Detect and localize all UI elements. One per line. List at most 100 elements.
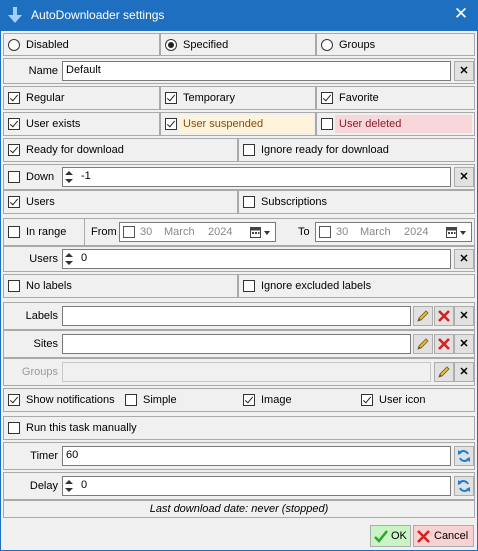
mode-groups-cell[interactable]: Groups xyxy=(316,33,475,56)
favorite-checkbox[interactable] xyxy=(321,92,333,104)
users-count-clear-button[interactable]: ✕ xyxy=(454,249,474,269)
no-labels-label: No labels xyxy=(26,280,72,292)
users-count-label: Users xyxy=(29,253,58,265)
ignore-excluded-label: Ignore excluded labels xyxy=(261,280,372,292)
delay-input[interactable]: 0 xyxy=(62,476,451,496)
subscriptions-cell[interactable]: Subscriptions xyxy=(238,190,475,214)
manual-checkbox[interactable] xyxy=(8,422,20,434)
timer-refresh-button[interactable] xyxy=(454,446,474,466)
ignore-excluded-cell[interactable]: Ignore excluded labels xyxy=(238,274,475,298)
close-window-button[interactable]: ✕ xyxy=(452,5,470,23)
ignore-excluded-checkbox[interactable] xyxy=(243,280,255,292)
users-count-input[interactable]: 0 xyxy=(62,249,451,269)
labels-input[interactable] xyxy=(62,306,411,326)
down-spinner[interactable] xyxy=(63,168,77,186)
cancel-label: Cancel xyxy=(434,530,469,542)
ignore-ready-checkbox[interactable] xyxy=(243,144,255,156)
users-cell[interactable]: Users xyxy=(3,190,238,214)
calendar-icon[interactable] xyxy=(446,227,468,238)
sites-clear-button[interactable]: ✕ xyxy=(454,334,474,354)
users-count-spinner[interactable] xyxy=(63,250,77,268)
mode-disabled-radio[interactable] xyxy=(8,39,20,51)
to-year: 2024 xyxy=(404,226,429,238)
to-date-checkbox[interactable] xyxy=(319,226,331,238)
window-title: AutoDownloader settings xyxy=(31,8,165,22)
pencil-icon xyxy=(438,366,450,378)
type-regular-cell[interactable]: Regular xyxy=(3,86,160,110)
down-numeric-input[interactable]: -1 xyxy=(62,167,451,187)
ready-checkbox[interactable] xyxy=(8,144,20,156)
image-checkbox[interactable] xyxy=(243,394,255,406)
user-deleted-checkbox[interactable] xyxy=(321,118,333,130)
manual-label: Run this task manually xyxy=(26,422,137,434)
delay-spinner[interactable] xyxy=(63,477,77,495)
ignore-ready-cell[interactable]: Ignore ready for download xyxy=(238,138,475,162)
red-x-icon xyxy=(438,338,450,350)
sites-remove-button[interactable] xyxy=(434,334,454,354)
subscriptions-label: Subscriptions xyxy=(261,196,328,208)
type-user-exists-cell[interactable]: User exists xyxy=(3,112,160,136)
type-favorite-cell[interactable]: Favorite xyxy=(316,86,475,110)
ok-button[interactable]: OK xyxy=(370,525,411,547)
user-suspended-checkbox[interactable] xyxy=(165,118,177,130)
sites-edit-button[interactable] xyxy=(413,334,433,354)
sites-row: Sites ✕ xyxy=(3,330,475,358)
type-user-suspended-cell[interactable]: User suspended xyxy=(160,112,316,136)
mode-groups-radio[interactable] xyxy=(321,39,333,51)
from-label: From xyxy=(91,226,117,238)
sites-input[interactable] xyxy=(62,334,411,354)
no-labels-cell[interactable]: No labels xyxy=(3,274,238,298)
name-label: Name xyxy=(28,65,58,77)
dialog-body: Disabled Specified Groups Name Default ✕… xyxy=(0,31,478,551)
user-icon-label: User icon xyxy=(379,394,426,406)
ignore-ready-label: Ignore ready for download xyxy=(261,144,389,156)
calendar-icon[interactable] xyxy=(250,227,272,238)
manual-row[interactable]: Run this task manually xyxy=(3,416,475,440)
show-notifications-checkbox[interactable] xyxy=(8,394,20,406)
timer-row: Timer 60 xyxy=(3,442,475,470)
simple-checkbox[interactable] xyxy=(125,394,137,406)
groups-clear-button[interactable]: ✕ xyxy=(454,362,474,382)
no-labels-checkbox[interactable] xyxy=(8,280,20,292)
show-notifications-label: Show notifications xyxy=(26,394,115,406)
red-x-icon xyxy=(438,310,450,322)
name-input[interactable]: Default xyxy=(62,61,451,81)
ready-cell[interactable]: Ready for download xyxy=(3,138,238,162)
mode-specified-radio[interactable] xyxy=(165,39,177,51)
mode-disabled-cell[interactable]: Disabled xyxy=(3,33,160,56)
labels-remove-button[interactable] xyxy=(434,306,454,326)
name-clear-button[interactable]: ✕ xyxy=(454,61,474,81)
mode-groups-label: Groups xyxy=(339,39,376,51)
range-row: In range From 30 March 2024 To 30 March … xyxy=(3,218,475,246)
to-label: To xyxy=(298,226,310,238)
down-checkbox[interactable] xyxy=(8,171,20,183)
type-temporary-cell[interactable]: Temporary xyxy=(160,86,316,110)
down-clear-button[interactable]: ✕ xyxy=(454,167,474,187)
groups-edit-button[interactable] xyxy=(434,362,454,382)
delay-label: Delay xyxy=(29,480,58,492)
checkmark-icon xyxy=(374,530,388,543)
labels-edit-button[interactable] xyxy=(413,306,433,326)
subscriptions-checkbox[interactable] xyxy=(243,196,255,208)
users-checkbox[interactable] xyxy=(8,196,20,208)
user-icon-checkbox[interactable] xyxy=(361,394,373,406)
groups-input xyxy=(62,362,431,382)
users-label: Users xyxy=(26,196,55,208)
from-date-checkbox[interactable] xyxy=(123,226,135,238)
temporary-checkbox[interactable] xyxy=(165,92,177,104)
mode-specified-cell[interactable]: Specified xyxy=(160,33,316,56)
cancel-button[interactable]: Cancel xyxy=(413,525,474,547)
timer-input[interactable]: 60 xyxy=(62,446,451,466)
labels-clear-button[interactable]: ✕ xyxy=(454,306,474,326)
type-user-deleted-cell[interactable]: User deleted xyxy=(316,112,475,136)
regular-checkbox[interactable] xyxy=(8,92,20,104)
image-label: Image xyxy=(261,394,292,406)
users-count-value: 0 xyxy=(81,252,88,264)
user-exists-checkbox[interactable] xyxy=(8,118,20,130)
from-date-picker[interactable]: 30 March 2024 xyxy=(119,222,276,242)
delay-row: Delay 0 xyxy=(3,472,475,500)
to-date-picker[interactable]: 30 March 2024 xyxy=(315,222,472,242)
in-range-checkbox[interactable] xyxy=(8,226,20,238)
delay-refresh-button[interactable] xyxy=(454,476,474,496)
to-day: 30 xyxy=(336,226,349,238)
